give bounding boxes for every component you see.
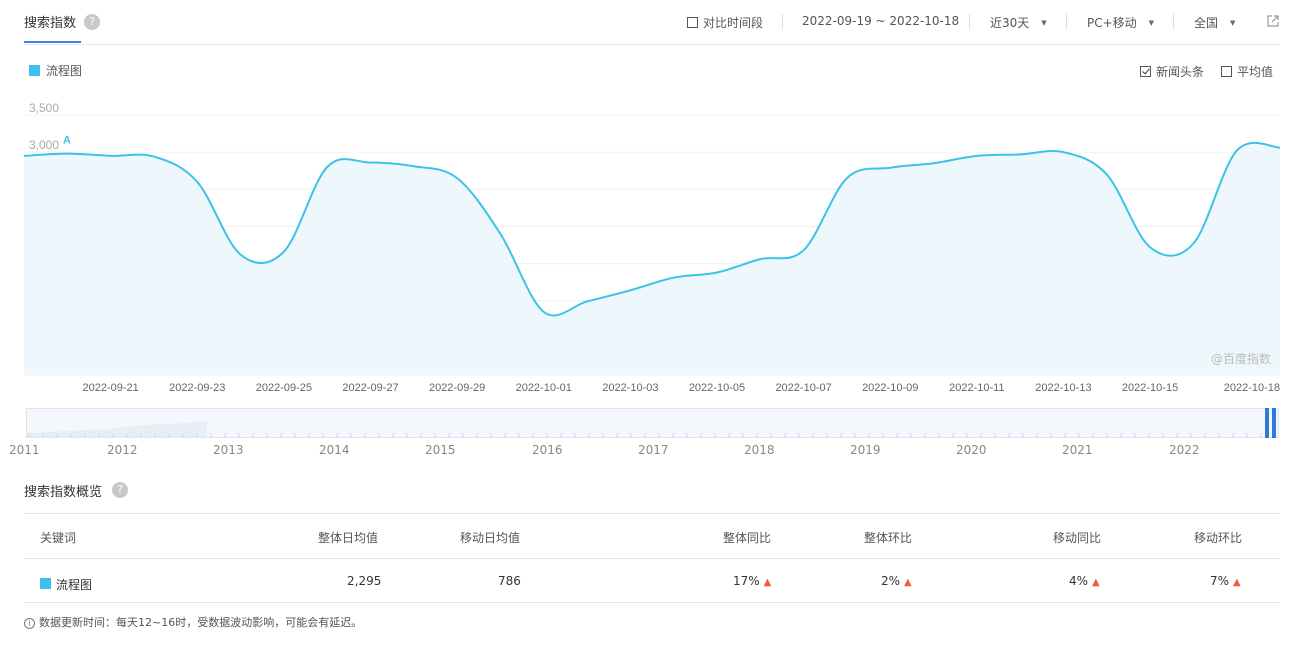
tab-underline — [24, 41, 81, 43]
y-tick-label: 3,500 — [29, 101, 59, 115]
date-range-picker[interactable]: 2022-09-19 ~ 2022-10-18 — [802, 14, 959, 28]
table-header-border — [24, 558, 1280, 559]
x-tick-label: 2022-10-07 — [775, 382, 831, 394]
timeline-year-label: 2013 — [213, 443, 244, 457]
keyword-swatch — [40, 578, 51, 589]
brush-handle-right[interactable] — [1272, 408, 1276, 438]
help-icon[interactable]: ? — [84, 14, 100, 30]
x-tick-label: 2022-09-27 — [342, 382, 398, 394]
divider — [1066, 14, 1067, 29]
timeline-year-label: 2011 — [9, 443, 40, 457]
cell-mobile-mom: 7% ▲ — [1210, 574, 1241, 588]
divider — [782, 14, 783, 29]
series-area — [24, 142, 1280, 375]
update-footnote: i 数据更新时间：每天12~16时，受数据波动影响，可能会有延迟。 — [24, 614, 362, 630]
timeline-year-label: 2018 — [744, 443, 775, 457]
divider — [969, 14, 970, 29]
col-header-overall-avg: 整体日均值 — [318, 531, 379, 545]
annotation-marker: A — [63, 135, 71, 147]
header: 搜索指数 ? 对比时间段 2022-09-19 ~ 2022-10-18 近30… — [0, 0, 1301, 45]
checkbox-checked-icon — [1140, 66, 1151, 77]
timeline-ticks — [27, 421, 1276, 437]
x-tick-label: 2022-10-09 — [862, 382, 918, 394]
cell-overall-yoy: 17% ▲ — [733, 574, 772, 588]
arrow-up-icon: ▲ — [763, 577, 772, 588]
header-divider — [24, 44, 1280, 45]
x-tick-label: 2022-09-25 — [256, 382, 312, 394]
x-tick-label: 2022-10-13 — [1035, 382, 1091, 394]
cell-mobile-avg: 786 — [498, 574, 521, 588]
timeline-year-label: 2012 — [107, 443, 138, 457]
legend-swatch — [29, 65, 40, 76]
divider — [1173, 14, 1174, 29]
col-header-mobile-avg: 移动日均值 — [460, 531, 521, 545]
cell-overall-avg: 2,295 — [347, 574, 382, 588]
brush-handle-left[interactable] — [1265, 408, 1269, 438]
watermark: @百度指数 — [1211, 352, 1272, 366]
caret-down-icon: ▼ — [1230, 19, 1236, 27]
x-tick-label: 2022-10-18 — [1224, 382, 1280, 394]
average-checkbox[interactable]: 平均值 — [1221, 63, 1273, 80]
table-top-border — [24, 513, 1280, 514]
timeline-mini-area — [27, 421, 207, 437]
x-tick-label: 2022-09-21 — [82, 382, 138, 394]
timeline-year-label: 2020 — [956, 443, 987, 457]
y-tick-label: 3,000 — [29, 138, 59, 152]
arrow-up-icon: ▲ — [904, 577, 912, 588]
checkbox-icon — [687, 17, 698, 28]
caret-down-icon: ▼ — [1041, 19, 1047, 27]
region-select[interactable]: 全国 ▼ — [1194, 14, 1235, 31]
x-tick-label: 2022-10-05 — [689, 382, 745, 394]
timeline-year-label: 2014 — [319, 443, 350, 457]
timeline-year-label: 2022 — [1169, 443, 1200, 457]
arrow-up-icon: ▲ — [1233, 577, 1241, 588]
timeline-year-label: 2021 — [1062, 443, 1093, 457]
cell-mobile-yoy: 4% ▲ — [1069, 574, 1100, 588]
x-tick-label: 2022-10-15 — [1122, 382, 1178, 394]
col-header-mobile-yoy: 移动同比 — [1053, 531, 1102, 545]
x-tick-label: 2022-09-23 — [169, 382, 225, 394]
timeline-year-label: 2015 — [425, 443, 456, 457]
col-header-overall-mom: 整体环比 — [864, 531, 913, 545]
x-tick-label: 2022-10-11 — [949, 382, 1004, 394]
cell-keyword[interactable]: 流程图 — [56, 576, 92, 593]
external-link-icon[interactable] — [1266, 14, 1280, 28]
timeline-year-label: 2017 — [638, 443, 669, 457]
compare-period-checkbox[interactable]: 对比时间段 — [687, 14, 763, 31]
help-icon[interactable]: ? — [112, 482, 128, 498]
x-tick-label: 2022-10-03 — [602, 382, 658, 394]
caret-down-icon: ▼ — [1148, 19, 1155, 27]
news-headline-checkbox[interactable]: 新闻头条 — [1140, 63, 1204, 80]
timeline-brush[interactable] — [26, 408, 1279, 438]
col-header-mobile-mom: 移动环比 — [1194, 531, 1243, 545]
cell-overall-mom: 2% ▲ — [881, 574, 912, 588]
period-select[interactable]: 近30天 ▼ — [990, 14, 1047, 31]
arrow-up-icon: ▲ — [1092, 577, 1100, 588]
x-tick-label: 2022-10-01 — [516, 382, 572, 394]
table-bottom-border — [24, 602, 1280, 603]
search-index-chart[interactable]: 5001,0001,5002,0002,5003,0003,500A2022-0… — [0, 85, 1301, 400]
col-header-overall-yoy: 整体同比 — [723, 531, 772, 545]
x-tick-label: 2022-09-29 — [429, 382, 485, 394]
col-header-keyword: 关键词 — [40, 531, 77, 545]
timeline-year-label: 2019 — [850, 443, 881, 457]
device-select[interactable]: PC+移动 ▼ — [1087, 14, 1154, 31]
timeline-year-label: 2016 — [532, 443, 563, 457]
tab-search-index[interactable]: 搜索指数 — [24, 12, 76, 31]
overview-title: 搜索指数概览 — [24, 485, 103, 500]
legend-keyword[interactable]: 流程图 — [46, 62, 82, 79]
info-icon: i — [24, 618, 35, 629]
checkbox-icon — [1221, 66, 1232, 77]
